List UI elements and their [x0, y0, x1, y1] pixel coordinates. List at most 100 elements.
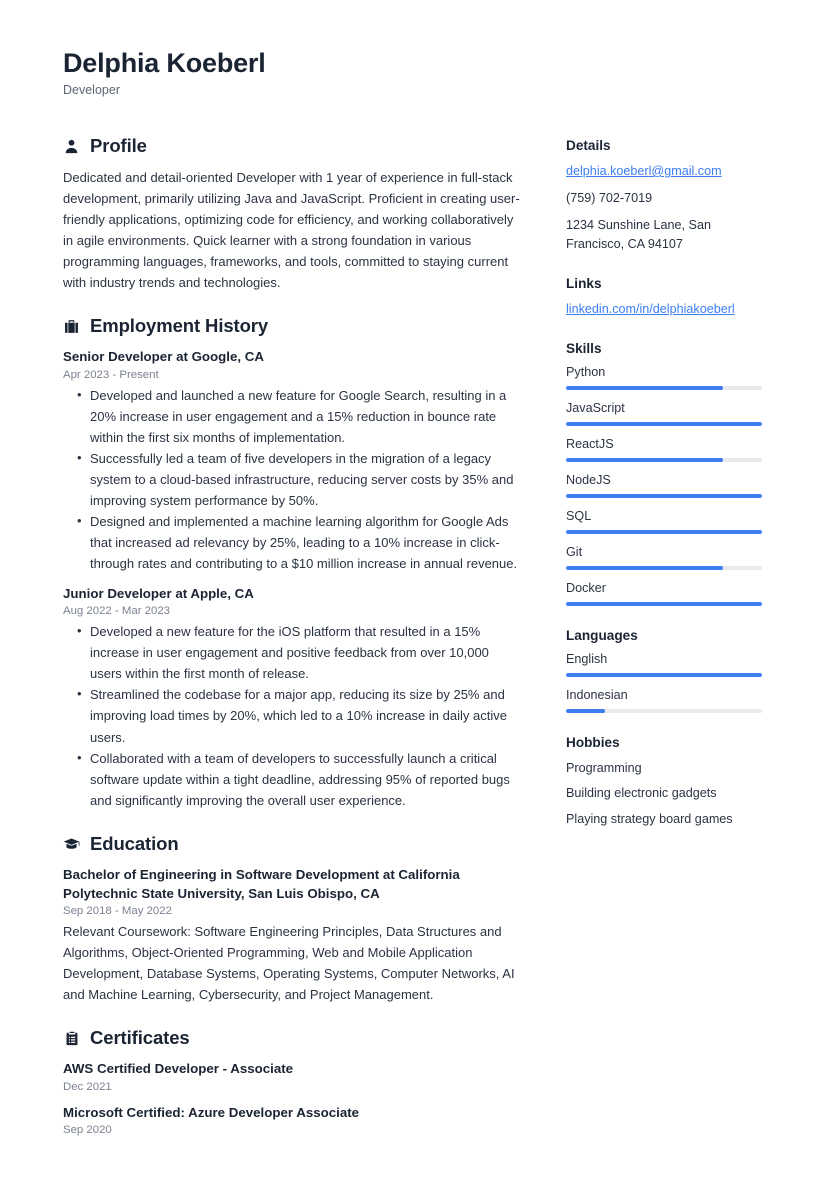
- section-title-education: Education: [90, 832, 179, 854]
- employment-entry-date: Apr 2023 - Present: [63, 368, 159, 381]
- employment-entry-bullets: Developed and launched a new feature for…: [63, 384, 521, 574]
- education-entry-description: Relevant Coursework: Software Engineerin…: [63, 924, 515, 1003]
- skill-bar-track: [566, 421, 762, 426]
- language-bar-fill: [566, 672, 762, 677]
- candidate-job-title: Developer: [63, 83, 120, 98]
- hobby-item: Building electronic gadgets: [566, 786, 717, 801]
- certificate-entry: Microsoft Certified: Azure Developer Ass…: [63, 1103, 521, 1136]
- main-column: Profile Dedicated and detail-oriented De…: [63, 135, 521, 1158]
- education-entry-title: Bachelor of Engineering in Software Deve…: [63, 866, 460, 901]
- language-label: Indonesian: [566, 687, 628, 702]
- skill-bar-fill: [566, 421, 762, 426]
- language-bar-fill: [566, 708, 606, 713]
- skill-label: Git: [566, 544, 583, 559]
- section-body-certificates: AWS Certified Developer - Associate Dec …: [63, 1059, 521, 1136]
- skill-bar-track: [566, 601, 762, 606]
- skill-item: SQL: [566, 509, 766, 534]
- education-entry-date: Sep 2018 - May 2022: [63, 905, 172, 918]
- section-header-education: Education: [63, 833, 521, 855]
- sidebar-block-hobbies: Hobbies Programming Building electronic …: [566, 735, 766, 830]
- hobby-item: Playing strategy board games: [566, 811, 733, 826]
- section-employment: Employment History Senior Developer at G…: [63, 315, 521, 810]
- skill-bar-fill: [566, 601, 762, 606]
- list-item: Developed a new feature for the iOS plat…: [63, 620, 521, 684]
- graduation-cap-icon: [63, 835, 80, 852]
- skill-label: JavaScript: [566, 400, 625, 415]
- phone-text: (759) 702-7019: [566, 190, 653, 205]
- candidate-name: Delphia Koeberl: [63, 48, 266, 78]
- list-item: Collaborated with a team of developers t…: [63, 747, 521, 811]
- section-body-education: Bachelor of Engineering in Software Deve…: [63, 865, 521, 1006]
- skill-label: Python: [566, 364, 606, 379]
- certificate-entry-date: Dec 2021: [63, 1080, 112, 1093]
- section-body-profile: Dedicated and detail-oriented Developer …: [63, 167, 521, 293]
- skill-item: Docker: [566, 581, 766, 606]
- section-body-employment: Senior Developer at Google, CA Apr 2023 …: [63, 347, 521, 810]
- skill-label: NodeJS: [566, 472, 611, 487]
- list-item: Designed and implemented a machine learn…: [63, 510, 521, 574]
- sidebar-title-skills: Skills: [566, 340, 602, 356]
- briefcase-icon: [63, 318, 80, 335]
- section-header-profile: Profile: [63, 135, 521, 157]
- skill-label: Docker: [566, 580, 606, 595]
- skill-item: NodeJS: [566, 473, 766, 498]
- email-link[interactable]: delphia.koeberl@gmail.com: [566, 162, 766, 181]
- certificate-entry-title: AWS Certified Developer - Associate: [63, 1061, 294, 1077]
- certificate-entry: AWS Certified Developer - Associate Dec …: [63, 1059, 521, 1092]
- skill-bar-fill: [566, 565, 723, 570]
- skill-bar-fill: [566, 385, 723, 390]
- skill-bar-fill: [566, 529, 762, 534]
- education-entry: Bachelor of Engineering in Software Deve…: [63, 865, 521, 1006]
- section-profile: Profile Dedicated and detail-oriented De…: [63, 135, 521, 293]
- sidebar-title-languages: Languages: [566, 627, 638, 643]
- section-education: Education Bachelor of Engineering in Sof…: [63, 833, 521, 1006]
- person-icon: [63, 138, 80, 155]
- section-header-certificates: Certificates: [63, 1027, 521, 1049]
- language-item: Indonesian: [566, 688, 766, 713]
- skill-bar-track: [566, 385, 762, 390]
- resume-body: Profile Dedicated and detail-oriented De…: [63, 135, 770, 1158]
- skill-bar-track: [566, 529, 762, 534]
- skill-bar-fill: [566, 457, 723, 462]
- employment-entry: Junior Developer at Apple, CA Aug 2022 -…: [63, 584, 521, 811]
- sidebar-block-details: Details delphia.koeberl@gmail.com (759) …: [566, 138, 766, 254]
- sidebar-column: Details delphia.koeberl@gmail.com (759) …: [566, 135, 766, 851]
- section-header-employment: Employment History: [63, 315, 521, 337]
- skill-bar-fill: [566, 493, 762, 498]
- certificate-entry-title: Microsoft Certified: Azure Developer Ass…: [63, 1104, 360, 1120]
- hobby-item: Programming: [566, 760, 642, 775]
- skill-item: Python: [566, 365, 766, 390]
- linkedin-link[interactable]: linkedin.com/in/delphiakoeberl: [566, 300, 766, 319]
- resume-page: Delphia Koeberl Developer Profile Dedica…: [0, 0, 833, 1178]
- sidebar-block-links: Links linkedin.com/in/delphiakoeberl: [566, 276, 766, 319]
- skill-item: ReactJS: [566, 437, 766, 462]
- section-title-profile: Profile: [90, 135, 147, 157]
- skill-label: SQL: [566, 508, 592, 523]
- employment-entry-title: Junior Developer at Apple, CA: [63, 586, 254, 602]
- sidebar-block-skills: Skills Python JavaScript ReactJS NodeJS …: [566, 341, 766, 606]
- sidebar-title-links: Links: [566, 275, 602, 291]
- certificate-entry-date: Sep 2020: [63, 1123, 112, 1136]
- skill-item: JavaScript: [566, 401, 766, 426]
- profile-text: Dedicated and detail-oriented Developer …: [63, 170, 520, 291]
- language-label: English: [566, 651, 608, 666]
- resume-header: Delphia Koeberl Developer: [63, 48, 770, 97]
- skill-bar-track: [566, 493, 762, 498]
- section-title-employment: Employment History: [90, 315, 269, 337]
- section-certificates: Certificates AWS Certified Developer - A…: [63, 1027, 521, 1136]
- clipboard-icon: [63, 1030, 80, 1047]
- sidebar-block-languages: Languages English Indonesian: [566, 628, 766, 713]
- list-item: Successfully led a team of five develope…: [63, 447, 521, 511]
- employment-entry-date: Aug 2022 - Mar 2023: [63, 605, 171, 618]
- language-item: English: [566, 652, 766, 677]
- sidebar-title-hobbies: Hobbies: [566, 734, 620, 750]
- skill-bar-track: [566, 457, 762, 462]
- skill-item: Git: [566, 545, 766, 570]
- list-item: Streamlined the codebase for a major app…: [63, 683, 521, 747]
- skill-bar-track: [566, 565, 762, 570]
- employment-entry-bullets: Developed a new feature for the iOS plat…: [63, 620, 521, 811]
- address-text: 1234 Sunshine Lane, San Francisco, CA 94…: [566, 217, 711, 251]
- list-item: Developed and launched a new feature for…: [63, 384, 521, 448]
- employment-entry: Senior Developer at Google, CA Apr 2023 …: [63, 347, 521, 574]
- language-bar-track: [566, 672, 762, 677]
